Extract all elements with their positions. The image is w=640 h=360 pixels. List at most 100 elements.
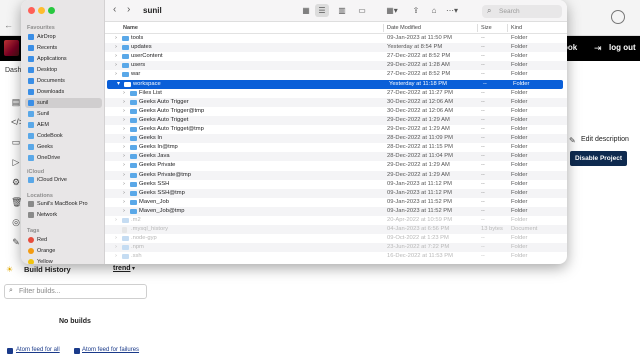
column-divider[interactable] [507,24,508,32]
changes-icon[interactable]: </> [11,117,24,127]
back-chevron-icon[interactable]: ‹ [113,4,116,15]
history-clock-icon[interactable] [611,10,625,24]
atom-feed-failures-link[interactable]: Atom feed for failures [82,347,139,353]
tag-icon[interactable]: ⌂ [427,4,441,17]
disclosure-chevron-icon[interactable]: › [123,135,125,141]
disclosure-chevron-icon[interactable]: › [115,71,117,77]
list-view-button[interactable]: ☰ [315,4,329,17]
file-row[interactable]: .mysql_history 04-Jan-2023 at 6:56 PM 13 b… [105,225,567,235]
disclosure-chevron-icon[interactable]: › [115,53,117,59]
logout-link[interactable]: log out [609,43,636,52]
disclosure-chevron-icon[interactable]: › [123,162,125,168]
file-row[interactable]: › .m2 20-Apr-2022 at 10:59 PM -- Folder [105,216,567,225]
sidebar-item[interactable]: Orange [25,246,102,256]
logout-icon[interactable]: ⇥ [594,43,602,54]
avatar[interactable] [4,40,19,56]
file-row[interactable]: › Geeks Private 29-Dec-2022 at 1:29 AM -- Fo… [105,161,567,170]
file-row[interactable]: › Maven_Job@tmp 09-Jan-2023 at 11:52 PM -- F… [105,206,567,216]
disclosure-chevron-icon[interactable]: › [115,62,117,68]
disclosure-chevron-icon[interactable]: › [123,144,125,150]
sidebar-item[interactable]: Documents [25,76,102,86]
configure-gear-icon[interactable]: ⚙ [11,177,21,187]
other-icon[interactable]: ◎ [11,217,21,227]
disclosure-chevron-icon[interactable]: › [123,126,125,132]
sidebar-item[interactable]: AEM [25,120,102,130]
workspace-folder-icon[interactable]: ▭ [11,137,21,147]
delete-trash-icon[interactable]: 🗑 [11,197,22,207]
chevron-down-icon[interactable]: ▾ [132,265,135,272]
file-row[interactable]: › Geeks Auto Trigger@tmp 30-Dec-2022 at 12… [105,107,567,116]
sidebar-item[interactable]: sunil [25,98,102,108]
disclosure-chevron-icon[interactable]: › [123,208,125,214]
sidebar-item[interactable]: OneDrive [25,153,102,163]
file-row[interactable]: › userContent 27-Dec-2022 at 8:52 PM -- Fold… [105,52,567,61]
edit-description-link[interactable]: Edit description [581,136,629,143]
sidebar-item[interactable]: Network [25,210,102,220]
sidebar-item[interactable]: Sunil's MacBook Pro [25,199,102,209]
column-header-date[interactable]: Date Modified [387,25,421,31]
file-row[interactable]: › Maven_Job 09-Jan-2023 at 11:52 PM -- Folde… [105,198,567,207]
back-arrow-icon[interactable]: ← [4,20,13,30]
file-row[interactable]: › users 29-Dec-2022 at 1:28 AM -- Folder [105,61,567,71]
icon-view-button[interactable]: ▦ [299,4,313,17]
column-header-size[interactable]: Size [481,25,492,31]
zoom-window-button[interactable] [48,7,55,14]
file-row[interactable]: › Geeks Java 28-Dec-2022 at 11:04 PM -- Fold… [105,152,567,162]
disclosure-chevron-icon[interactable]: › [123,153,125,159]
status-icon[interactable]: ▤ [11,97,21,107]
sidebar-item[interactable]: Geeks [25,142,102,152]
disclosure-chevron-icon[interactable]: › [123,117,125,123]
rename-pencil-icon[interactable]: ✎ [11,237,21,247]
more-actions-icon[interactable]: ⋯▾ [445,4,459,17]
column-header-kind[interactable]: Kind [511,25,522,31]
minimize-window-button[interactable] [38,7,45,14]
atom-feed-all-link[interactable]: Atom feed for all [16,347,60,353]
file-row[interactable]: › tools 09-Jan-2023 at 11:50 PM -- Folder [105,34,567,43]
disclosure-chevron-icon[interactable]: › [123,90,125,96]
disclosure-chevron-icon[interactable]: › [123,190,125,196]
file-row[interactable]: › updates Yesterday at 8:54 PM -- Folder [105,43,567,53]
sidebar-item[interactable]: CodeBook [25,131,102,141]
disclosure-chevron-icon[interactable]: › [115,253,117,259]
sidebar-item[interactable]: Desktop [25,65,102,75]
close-window-button[interactable] [28,7,35,14]
file-row[interactable]: › .npm 23-Jun-2022 at 7:22 PM -- Folder [105,243,567,253]
disclosure-chevron-icon[interactable]: › [123,199,125,205]
sidebar-item[interactable]: AirDrop [25,32,102,42]
file-row[interactable]: › .ssh 16-Dec-2022 at 11:53 PM -- Folder [105,252,567,261]
filter-builds-input[interactable]: ⌕ Filter builds... [4,284,147,299]
sidebar-item[interactable]: Sunil [25,109,102,119]
disclosure-chevron-icon[interactable]: › [123,99,125,105]
sidebar-item[interactable]: Recents [25,43,102,53]
group-button[interactable]: ▦▾ [385,4,399,17]
file-row[interactable]: › .node-gyp 09-Oct-2022 at 1:23 PM -- Folder [105,234,567,243]
edit-pencil-icon[interactable]: ✎ [569,136,576,145]
file-row[interactable]: › Geeks In@tmp 28-Dec-2022 at 11:15 PM -- Fo… [105,143,567,152]
disable-project-button[interactable]: Disable Project [570,151,627,166]
gallery-view-button[interactable]: ▭ [355,4,369,17]
column-header-name[interactable]: Name [123,25,138,31]
disclosure-chevron-icon[interactable]: › [115,35,117,41]
forward-chevron-icon[interactable]: › [127,4,130,15]
file-row[interactable]: › Geeks In 28-Dec-2022 at 11:09 PM -- Folder [105,134,567,144]
file-row[interactable]: › Geeks SSH 09-Jan-2023 at 11:12 PM -- Folde… [105,180,567,189]
sidebar-item[interactable]: Red [25,235,102,245]
disclosure-chevron-icon[interactable]: › [115,217,117,223]
sidebar-item[interactable]: iCloud Drive [25,175,102,185]
disclosure-chevron-icon[interactable]: › [115,44,117,50]
search-input[interactable]: ⌕ Search [482,5,562,18]
breadcrumb-dashboard[interactable]: Dash [5,67,21,74]
disclosure-chevron-icon[interactable]: › [123,172,125,178]
file-row[interactable]: › Geeks Auto Trigget@tmp 29-Dec-2022 at 1:… [105,125,567,134]
disclosure-chevron-icon[interactable]: › [123,181,125,187]
file-row[interactable]: › Geeks Private@tmp 29-Dec-2022 at 1:29 AM… [105,170,567,180]
sidebar-item[interactable]: Downloads [25,87,102,97]
sidebar-item[interactable]: Yellow [25,257,102,264]
column-divider[interactable] [383,24,384,32]
file-row[interactable]: › Geeks SSH@tmp 09-Jan-2023 at 11:12 PM -- F… [105,188,567,198]
disclosure-chevron-icon[interactable]: › [115,235,117,241]
file-row[interactable]: › Geeks Auto Trigger 30-Dec-2022 at 12:06 … [105,97,567,107]
sidebar-item[interactable]: Applications [25,54,102,64]
trend-link[interactable]: trend [113,265,131,272]
build-now-icon[interactable]: ▷ [11,157,21,167]
